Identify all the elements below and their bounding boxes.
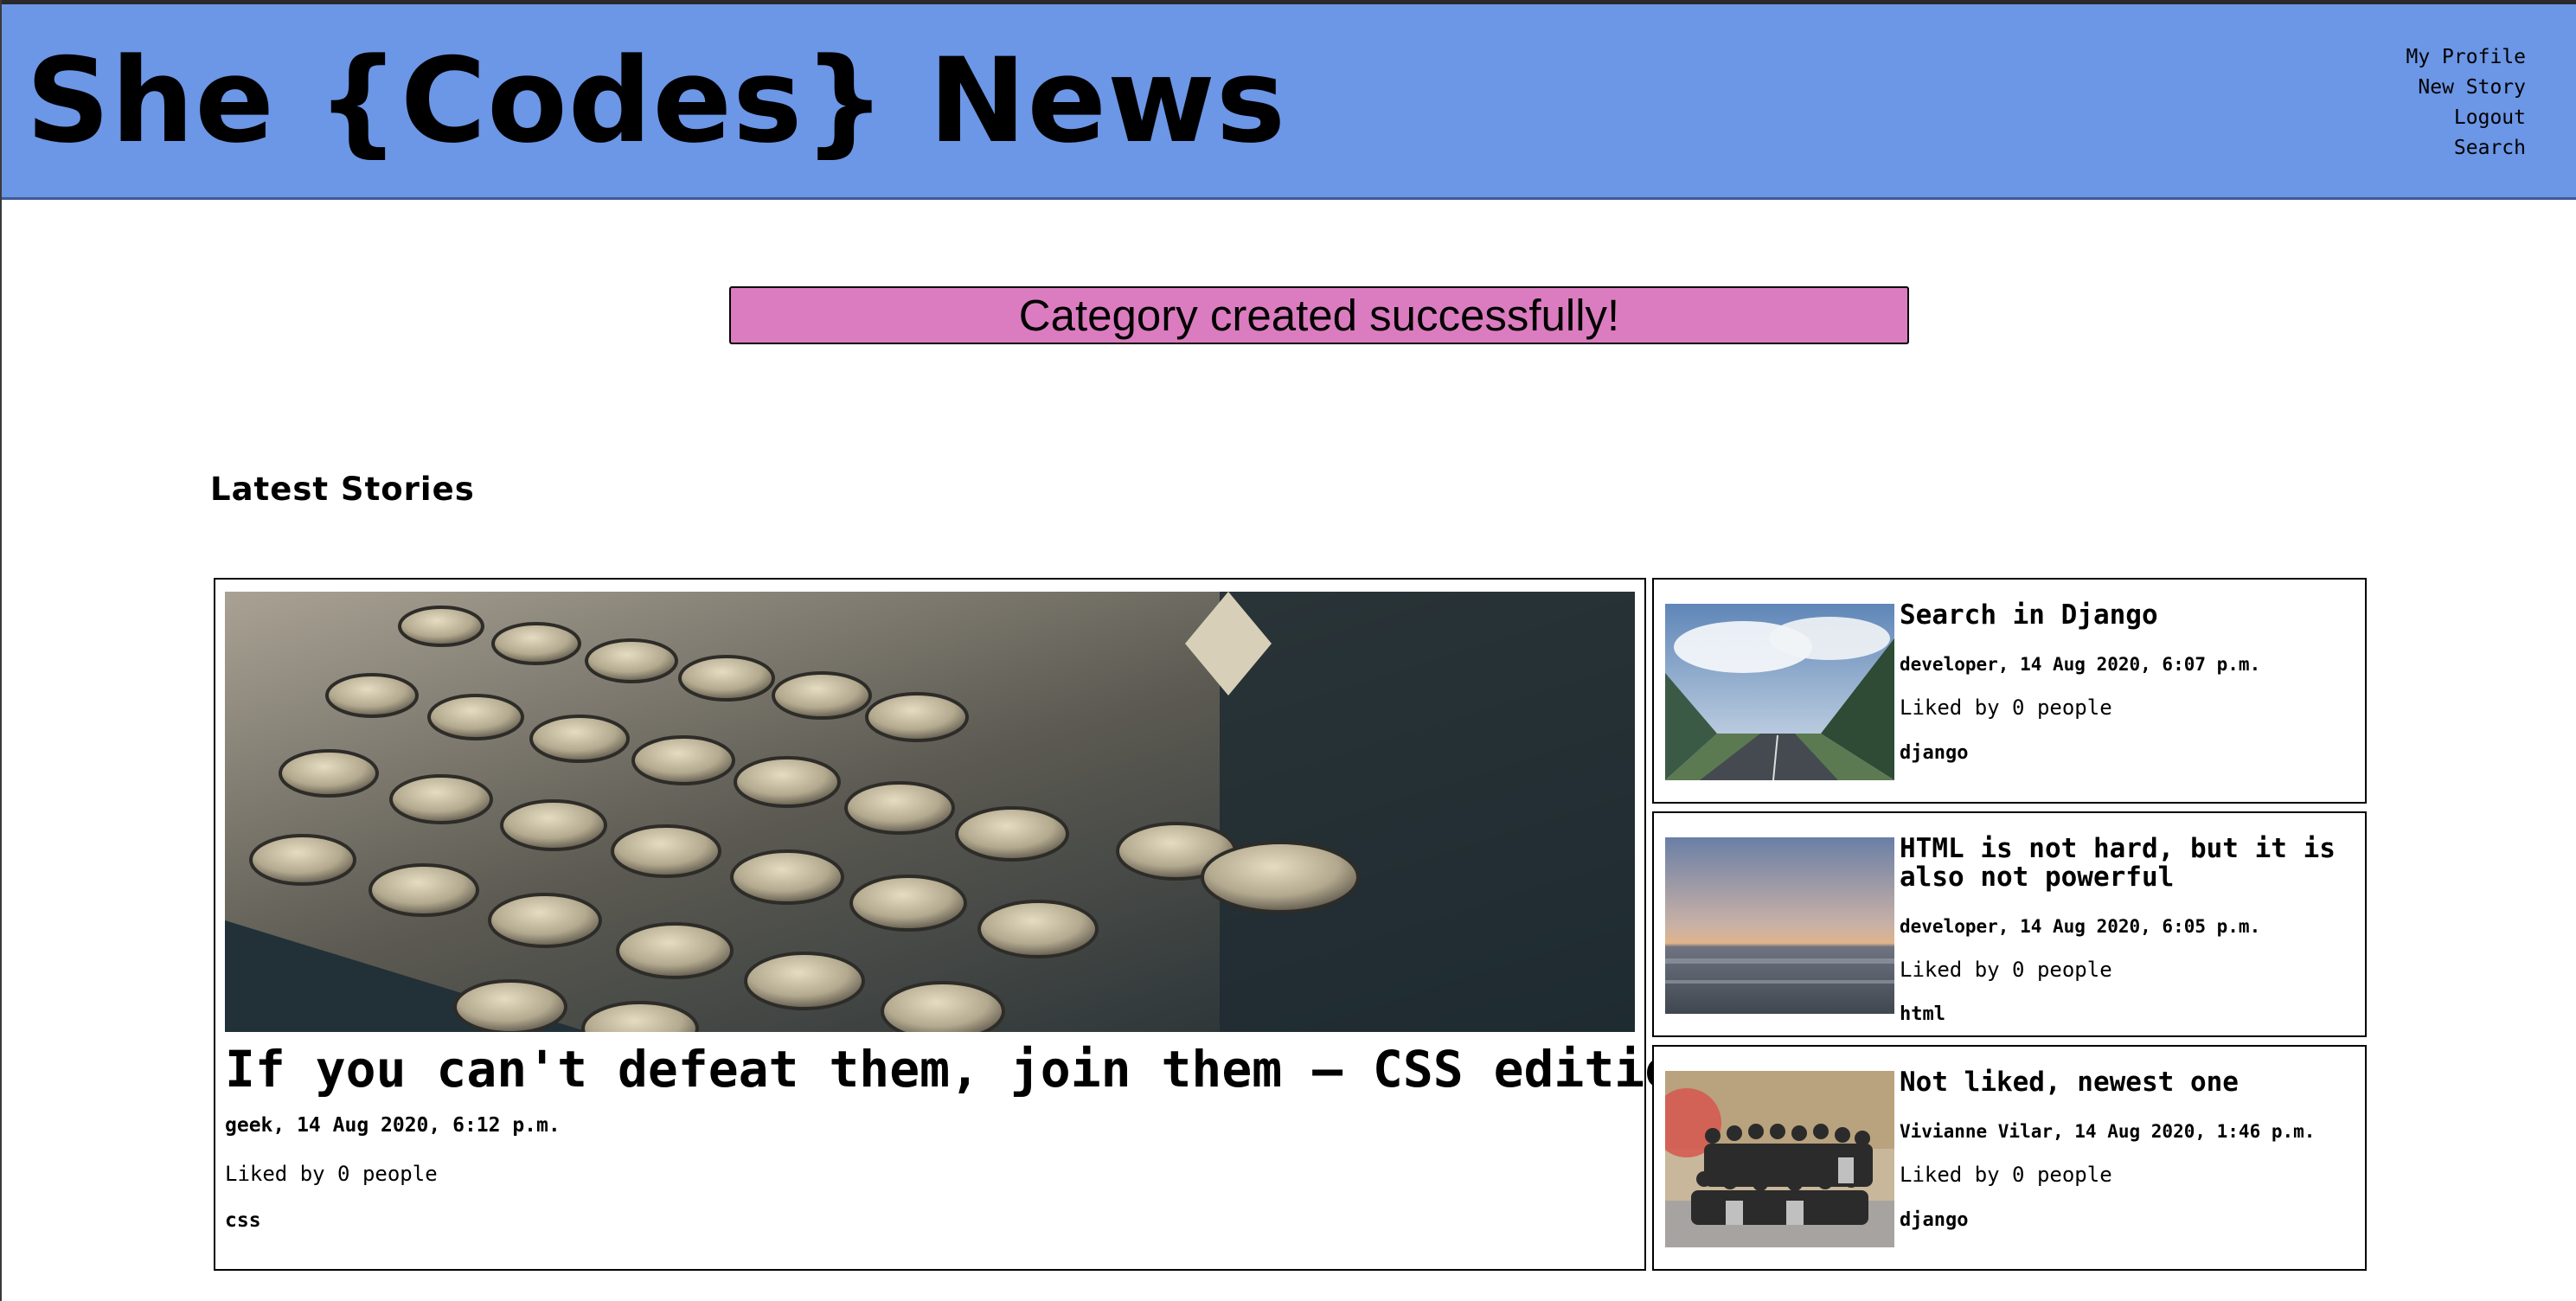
story-category[interactable]: django [1900, 1209, 1968, 1231]
nav-my-profile[interactable]: My Profile [2406, 42, 2526, 73]
nav-logout[interactable]: Logout [2406, 103, 2526, 133]
site-brand[interactable]: She {Codes} News [26, 32, 1286, 170]
story-meta: Vivianne Vilar, 14 Aug 2020, 1:46 p.m. [1900, 1121, 2316, 1142]
site-header: She {Codes} News My Profile New Story Lo… [2, 4, 2576, 200]
nav-new-story[interactable]: New Story [2406, 73, 2526, 103]
story-title[interactable]: Search in Django [1900, 601, 2349, 630]
nav-search[interactable]: Search [2406, 133, 2526, 163]
story-meta: developer, 14 Aug 2020, 6:05 p.m. [1900, 916, 2261, 937]
top-nav: My Profile New Story Logout Search [2406, 42, 2526, 163]
section-title: Latest Stories [210, 471, 475, 508]
story-meta: developer, 14 Aug 2020, 6:07 p.m. [1900, 654, 2261, 675]
featured-story-meta: geek, 14 Aug 2020, 6:12 p.m. [225, 1114, 561, 1137]
story-likes: Liked by 0 people [1900, 695, 2112, 720]
story-card[interactable]: Not liked, newest one Vivianne Vilar, 14… [1652, 1045, 2367, 1271]
story-category[interactable]: html [1900, 1003, 1945, 1025]
story-title[interactable]: HTML is not hard, but it is also not pow… [1900, 835, 2349, 892]
story-card[interactable]: HTML is not hard, but it is also not pow… [1652, 811, 2367, 1037]
featured-story-likes: Liked by 0 people [225, 1162, 438, 1186]
featured-story-category[interactable]: css [225, 1209, 261, 1232]
mountain-road-photo[interactable] [1665, 604, 1894, 780]
featured-story-card[interactable]: If you can't defeat them, join them – CS… [214, 578, 1705, 1271]
success-alert: Category created successfully! [729, 286, 1909, 344]
sunset-sea-photo[interactable] [1665, 837, 1894, 1014]
story-card[interactable]: Search in Django developer, 14 Aug 2020,… [1652, 578, 2367, 804]
featured-story-title[interactable]: If you can't defeat them, join them – CS… [225, 1036, 1705, 1102]
story-likes: Liked by 0 people [1900, 958, 2112, 982]
typewriter-photo[interactable] [225, 592, 1635, 1032]
story-title[interactable]: Not liked, newest one [1900, 1068, 2349, 1097]
story-category[interactable]: django [1900, 742, 1968, 764]
story-likes: Liked by 0 people [1900, 1163, 2112, 1187]
group-photo[interactable] [1665, 1071, 1894, 1247]
